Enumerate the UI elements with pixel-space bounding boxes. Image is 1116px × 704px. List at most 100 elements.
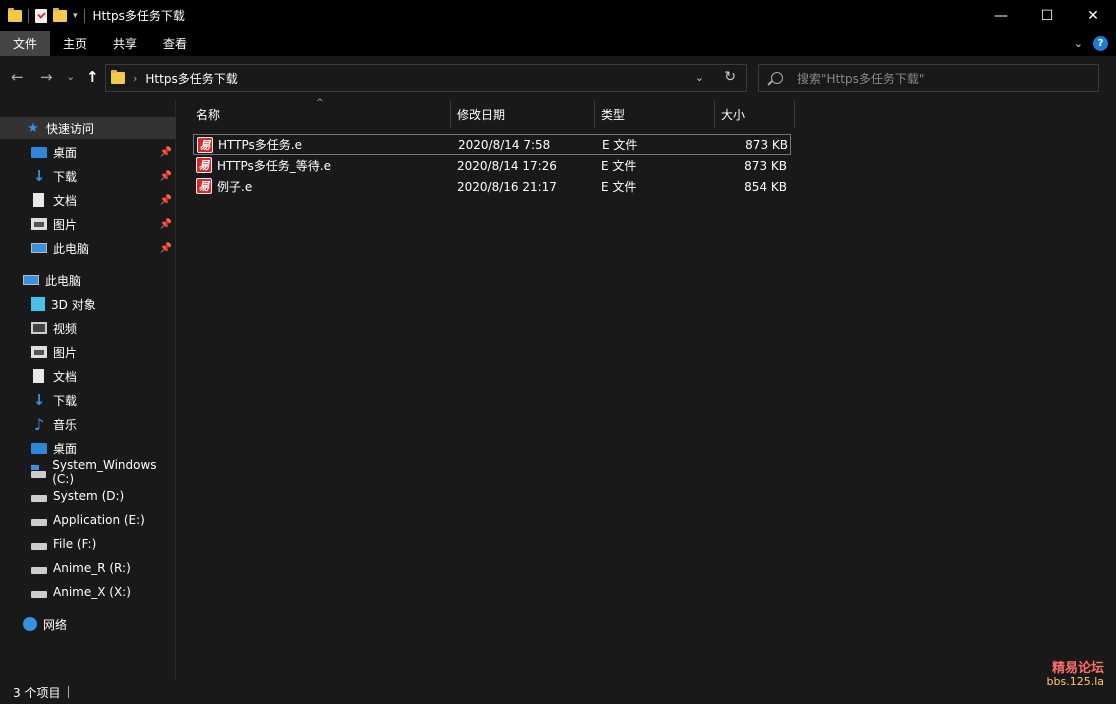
document-icon xyxy=(33,193,44,207)
sidebar-item-network[interactable]: 网络 xyxy=(0,613,176,635)
file-list: ^ 名称 修改日期 类型 大小 易 HTTPs多任务.e 2020/8/14 7… xyxy=(177,98,1116,680)
forward-arrow-icon[interactable]: → xyxy=(40,68,53,86)
table-row[interactable]: 易 HTTPs多任务_等待.e 2020/8/14 17:26 E 文件 873… xyxy=(193,155,791,176)
watermark-title: 精易论坛 xyxy=(1051,661,1104,676)
tab-home[interactable]: 主页 xyxy=(50,31,100,56)
watermark-url: bbs.125.la xyxy=(1046,675,1104,689)
maximize-button[interactable]: ☐ xyxy=(1024,0,1070,31)
minimize-button[interactable]: — xyxy=(978,0,1024,31)
download-icon: ↓ xyxy=(32,391,46,409)
pin-icon[interactable]: 📌 xyxy=(160,219,172,230)
pin-icon[interactable]: 📌 xyxy=(160,147,172,158)
new-folder-icon[interactable] xyxy=(53,7,67,22)
column-header-size[interactable]: 大小 xyxy=(715,100,795,128)
table-row[interactable]: 易 例子.e 2020/8/16 21:17 E 文件 854 KB xyxy=(193,176,791,197)
sidebar-item-desktop[interactable]: 桌面 📌 xyxy=(0,141,176,163)
pin-icon[interactable]: 📌 xyxy=(160,243,172,254)
file-name: HTTPs多任务_等待.e xyxy=(217,159,331,173)
title-bar: ▾ Https多任务下载 — ☐ ✕ xyxy=(0,0,1116,31)
sidebar-item-label: 下载 xyxy=(53,169,78,184)
file-modified: 2020/8/16 21:17 xyxy=(457,179,557,194)
refresh-icon[interactable]: ↻ xyxy=(724,69,736,85)
file-name: 例子.e xyxy=(217,180,253,194)
tab-file[interactable]: 文件 xyxy=(0,31,51,56)
desktop-icon xyxy=(31,146,47,158)
tab-share[interactable]: 共享 xyxy=(100,31,150,56)
toolbar-divider xyxy=(83,8,85,23)
sidebar-item-this-pc-pinned[interactable]: 此电脑 📌 xyxy=(0,237,176,259)
star-icon: ★ xyxy=(27,120,39,136)
folder-icon xyxy=(8,7,22,22)
sidebar-item-label: Application (E:) xyxy=(53,513,145,527)
sidebar-item-label: System (D:) xyxy=(53,489,125,503)
sidebar-item-label: File (F:) xyxy=(53,537,97,551)
document-icon xyxy=(33,369,44,383)
customize-toolbar-chevron-icon[interactable]: ▾ xyxy=(73,11,78,21)
drive-icon xyxy=(31,494,47,502)
search-placeholder: 搜索"Https多任务下载" xyxy=(797,71,925,86)
drive-icon xyxy=(31,542,47,550)
file-modified: 2020/8/14 17:26 xyxy=(457,158,557,173)
sidebar-item-videos[interactable]: 视频 xyxy=(0,317,176,339)
sidebar-item-documents[interactable]: 文档 📌 xyxy=(0,189,176,211)
address-history-chevron-icon[interactable]: ⌄ xyxy=(695,71,704,84)
system-drive-icon xyxy=(31,464,47,478)
column-header-name[interactable]: 名称 xyxy=(190,100,451,128)
download-icon: ↓ xyxy=(32,167,46,185)
tab-view[interactable]: 查看 xyxy=(150,31,200,56)
toolbar-divider xyxy=(28,8,29,23)
expand-ribbon-chevron-icon[interactable]: ⌄ xyxy=(1074,37,1083,50)
recent-locations-chevron-icon[interactable]: ⌄ xyxy=(66,70,75,83)
breadcrumb-current-folder[interactable]: Https多任务下载 xyxy=(145,70,237,87)
back-arrow-icon[interactable]: ← xyxy=(11,68,24,86)
column-header-type[interactable]: 类型 xyxy=(595,100,715,128)
sidebar-item-drive-d[interactable]: System (D:) xyxy=(0,485,176,507)
sidebar-item-desktop[interactable]: 桌面 xyxy=(0,437,176,459)
search-icon xyxy=(771,72,783,84)
address-bar[interactable]: › Https多任务下载 ⌄ ↻ xyxy=(105,64,747,92)
computer-icon xyxy=(23,275,39,285)
file-size: 854 KB xyxy=(744,179,787,194)
table-row[interactable]: 易 HTTPs多任务.e 2020/8/14 7:58 E 文件 873 KB xyxy=(193,134,791,155)
sidebar-item-label: Anime_X (X:) xyxy=(53,585,131,599)
sidebar-item-downloads[interactable]: ↓ 下载 xyxy=(0,389,176,411)
pin-icon[interactable]: 📌 xyxy=(160,171,172,182)
sidebar-item-drive-e[interactable]: Application (E:) xyxy=(0,509,176,531)
up-arrow-icon[interactable]: ↑ xyxy=(86,68,99,86)
sidebar-item-drive-r[interactable]: Anime_R (R:) xyxy=(0,557,176,579)
file-modified: 2020/8/14 7:58 xyxy=(458,137,551,152)
pin-icon[interactable]: 📌 xyxy=(160,195,172,206)
sidebar-item-label: 图片 xyxy=(53,345,78,360)
computer-icon xyxy=(31,243,47,253)
sidebar-item-music[interactable]: ♪ 音乐 xyxy=(0,413,176,435)
e-file-icon: 易 xyxy=(197,137,213,153)
quick-access-toolbar: ▾ xyxy=(8,7,85,23)
status-divider xyxy=(68,686,70,698)
sidebar-item-drive-f[interactable]: File (F:) xyxy=(0,533,176,555)
sidebar-item-quick-access[interactable]: ★ 快速访问 xyxy=(0,117,176,139)
column-header-modified[interactable]: 修改日期 xyxy=(451,100,595,128)
close-button[interactable]: ✕ xyxy=(1070,0,1116,31)
sidebar-item-downloads[interactable]: ↓ 下载 📌 xyxy=(0,165,176,187)
drive-icon xyxy=(31,518,47,526)
breadcrumb-separator-icon: › xyxy=(133,71,138,85)
sidebar-item-drive-x[interactable]: Anime_X (X:) xyxy=(0,581,176,603)
sidebar-item-label: 图片 xyxy=(53,217,78,232)
drive-icon xyxy=(31,590,47,598)
sidebar-item-drive-c[interactable]: System_Windows (C:) xyxy=(0,458,176,486)
sidebar-item-label: 3D 对象 xyxy=(51,297,96,312)
sidebar-item-pictures[interactable]: 图片 📌 xyxy=(0,213,176,235)
sidebar-item-3d-objects[interactable]: 3D 对象 xyxy=(0,293,176,315)
file-type: E 文件 xyxy=(601,180,637,194)
sidebar-item-pictures[interactable]: 图片 xyxy=(0,341,176,363)
properties-icon[interactable] xyxy=(35,8,47,23)
help-icon[interactable]: ? xyxy=(1093,36,1108,51)
sidebar-item-this-pc[interactable]: 此电脑 xyxy=(0,269,176,291)
sidebar-item-documents[interactable]: 文档 xyxy=(0,365,176,387)
search-input[interactable]: 搜索"Https多任务下载" xyxy=(758,64,1099,92)
item-count: 3 个项目 xyxy=(13,685,61,700)
sidebar-item-label: 桌面 xyxy=(53,145,78,160)
network-icon xyxy=(23,617,37,631)
sidebar-item-label: 快速访问 xyxy=(46,121,95,136)
ribbon-tabs: 文件 主页 共享 查看 ⌄ ? xyxy=(0,31,1116,56)
